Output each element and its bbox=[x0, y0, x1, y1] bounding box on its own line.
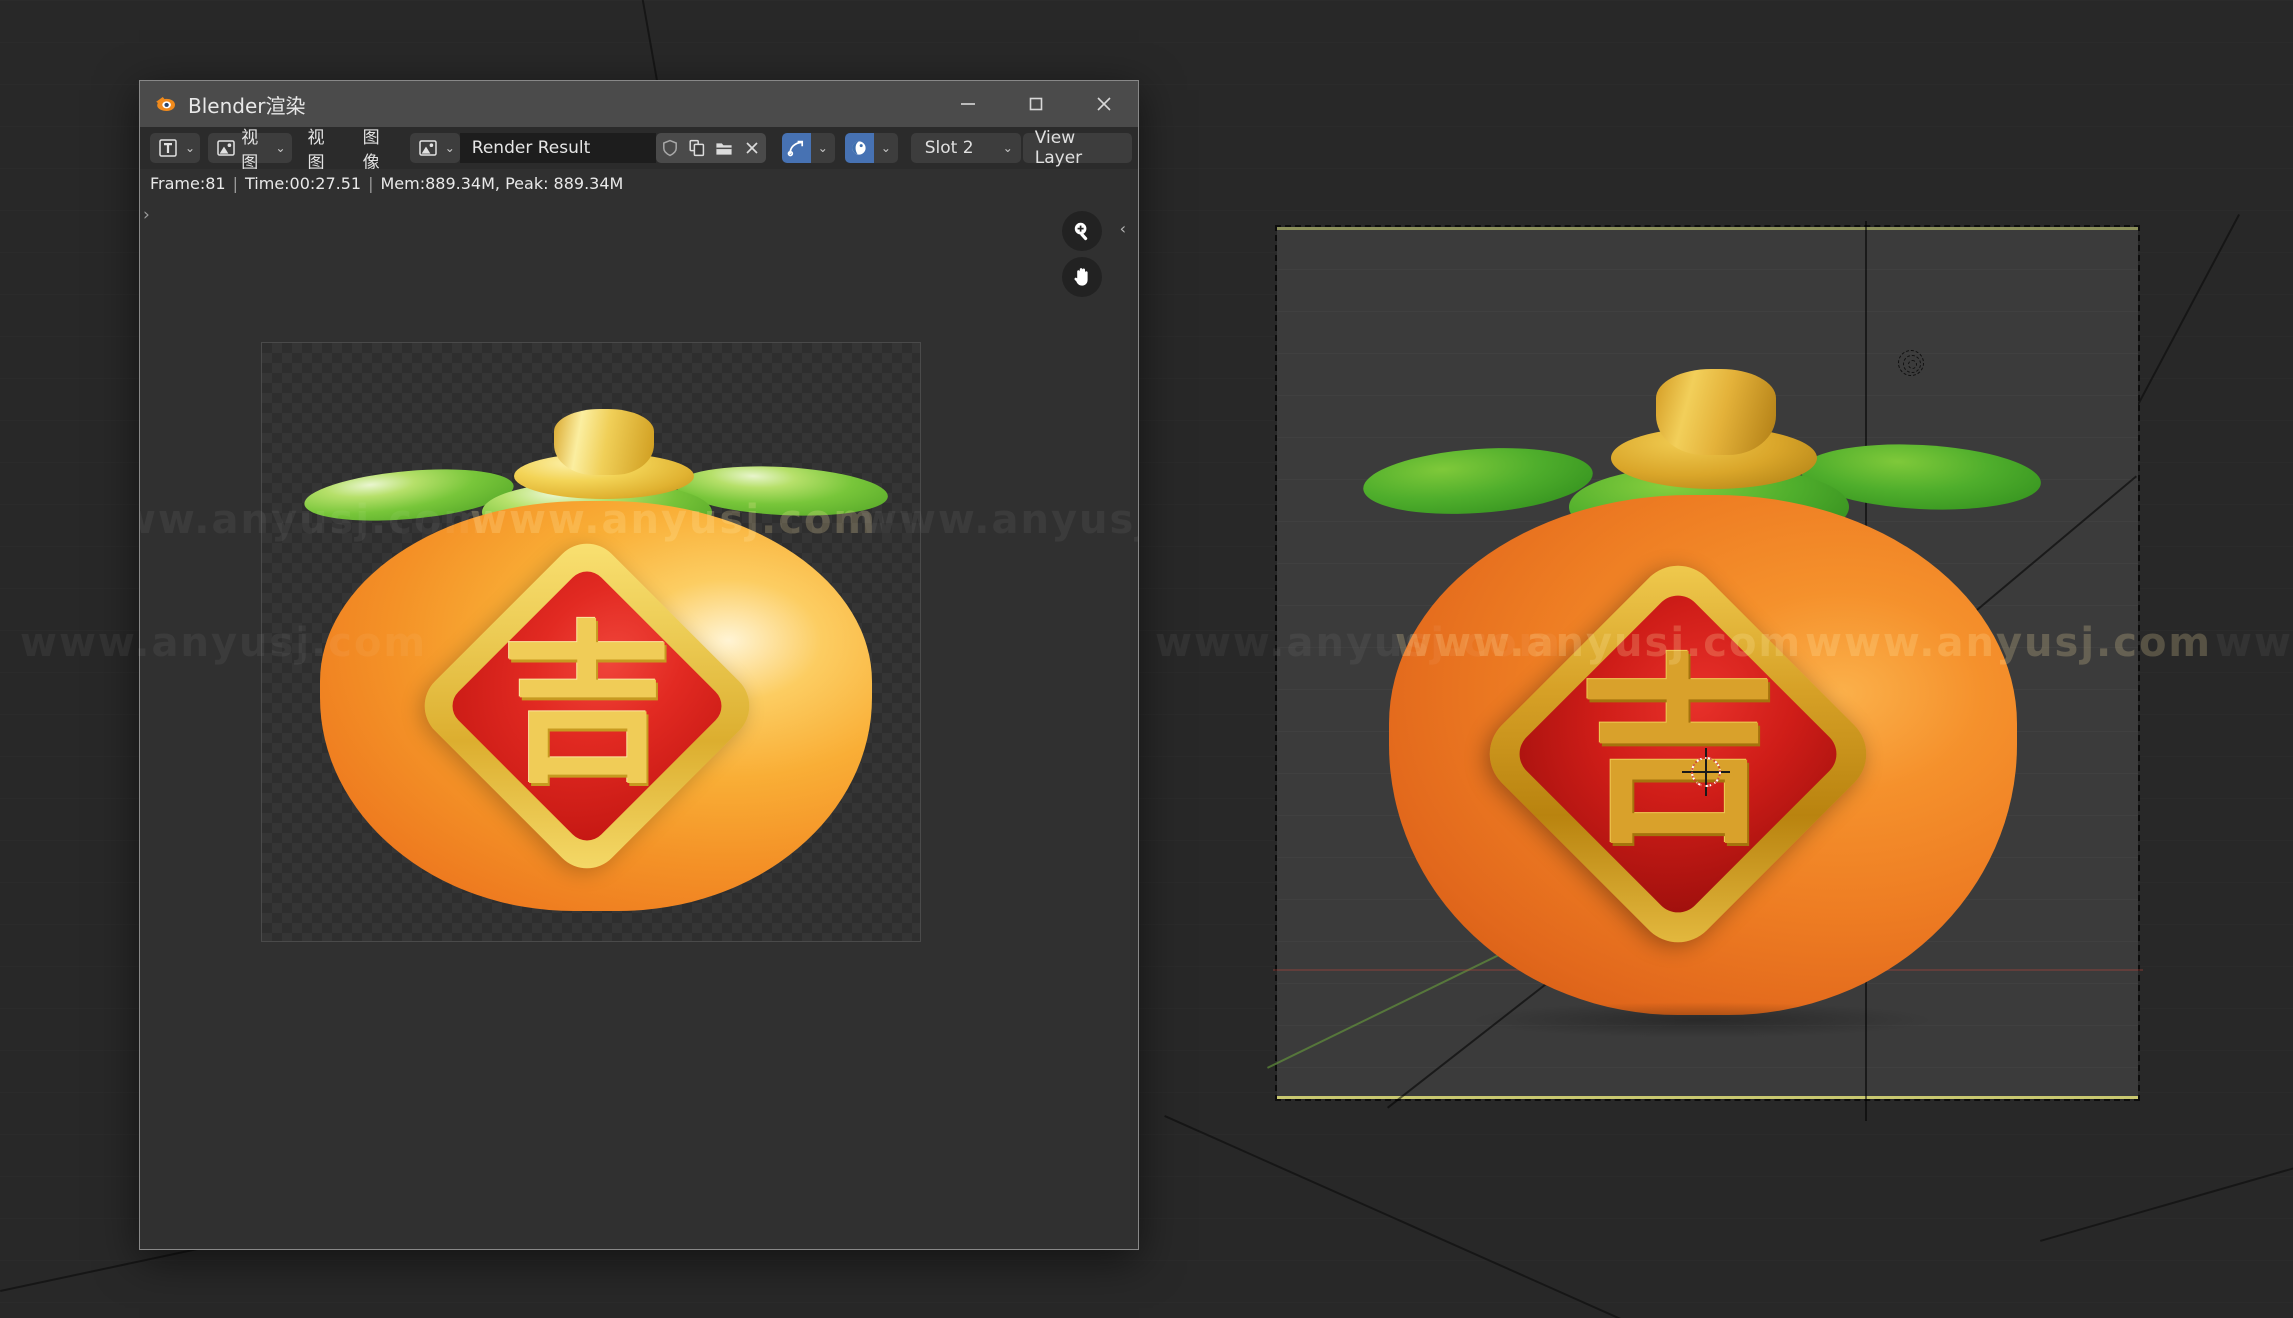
render-result-image[interactable]: 吉 bbox=[261, 342, 921, 942]
maximize-button[interactable] bbox=[1002, 81, 1070, 127]
persimmon-kanji-character: 吉 bbox=[1577, 637, 1778, 870]
chevron-down-icon[interactable]: ⌄ bbox=[810, 133, 835, 163]
image-action-strip[interactable] bbox=[655, 133, 766, 163]
menu-image[interactable]: 图像 bbox=[351, 128, 406, 173]
menu-image-label: 图像 bbox=[362, 128, 380, 173]
empty-sphere-marker[interactable] bbox=[1898, 350, 1924, 376]
stats-separator: | bbox=[368, 173, 374, 193]
render-memory-label: Mem:889.34M, Peak: 889.34M bbox=[380, 173, 624, 193]
display-channels-toggle[interactable]: ⌄ bbox=[781, 133, 835, 163]
viewport-backdrop-line-4 bbox=[1164, 1115, 1842, 1318]
render-stats-bar: Frame:81 | Time:00:27.51 | Mem:889.34M, … bbox=[140, 169, 1138, 197]
chevron-down-icon: ⌄ bbox=[185, 141, 196, 155]
image-browse-icon bbox=[415, 135, 441, 161]
camera-frame-bottom-edge bbox=[1277, 1096, 2138, 1099]
blender-3d-viewport[interactable]: 吉 Blender渲染 ⌄ 视图 ⌄ 视图 图像 ⌄ Render Result… bbox=[0, 0, 2293, 1318]
persimmon-contact-shadow-viewport bbox=[1467, 1002, 1937, 1038]
new-image-copy-icon[interactable] bbox=[683, 133, 710, 163]
editor-type-selector[interactable]: ⌄ bbox=[150, 133, 201, 163]
viewport-backdrop-line-3 bbox=[2040, 1149, 2293, 1242]
3d-cursor-ring-red bbox=[1691, 757, 1721, 787]
persimmon-diamond-face: 吉 bbox=[444, 563, 730, 849]
color-management-toggle[interactable]: ⌄ bbox=[844, 133, 898, 163]
camera-view-frame[interactable]: 吉 bbox=[1267, 221, 2143, 1121]
persimmon-kanji-character: 吉 bbox=[501, 605, 673, 806]
persimmon-3d-model-viewport[interactable]: 吉 bbox=[1361, 317, 2043, 1017]
window-titlebar[interactable]: Blender渲染 – □ ✕ bbox=[140, 81, 1138, 127]
view-layer-label: View Layer bbox=[1034, 128, 1083, 168]
persimmon-stem-top bbox=[1656, 369, 1776, 455]
render-slot-select[interactable]: Slot 2 ⌄ bbox=[910, 133, 1021, 163]
persimmon-3d-model-render: 吉 bbox=[302, 371, 890, 911]
render-time-label: Time:00:27.51 bbox=[245, 173, 362, 193]
close-button[interactable] bbox=[1070, 81, 1138, 127]
window-title: Blender渲染 bbox=[188, 93, 306, 118]
chevron-down-icon: ⌄ bbox=[1002, 141, 1013, 155]
persimmon-leaf-left bbox=[1361, 441, 1595, 521]
editor-type-image-editor-icon bbox=[155, 135, 181, 161]
image-display-mode-label: 视图 bbox=[241, 128, 259, 173]
minimize-button[interactable] bbox=[934, 81, 1002, 127]
view-layer-select[interactable]: View Layer bbox=[1022, 128, 1132, 168]
watermark-text: www.anyusj.com bbox=[2215, 620, 2293, 666]
chevron-down-icon[interactable]: ⌄ bbox=[873, 133, 898, 163]
image-display-mode-selector[interactable]: 视图 ⌄ bbox=[208, 128, 292, 173]
stats-separator: | bbox=[232, 173, 238, 193]
blender-render-window[interactable]: Blender渲染 – □ ✕ bbox=[139, 80, 1139, 1250]
render-frame-label: Frame:81 bbox=[150, 173, 226, 193]
persimmon-stem-top bbox=[554, 409, 654, 475]
chevron-down-icon: ⌄ bbox=[444, 141, 455, 155]
sidebar-expand-arrow-icon[interactable]: › bbox=[143, 205, 150, 225]
menu-view-label: 视图 bbox=[307, 128, 325, 173]
fake-user-shield-icon[interactable] bbox=[656, 133, 683, 163]
render-slot-label: Slot 2 bbox=[924, 138, 974, 158]
image-display-mode-icon bbox=[214, 135, 237, 161]
persimmon-diamond-face: 吉 bbox=[1509, 585, 1847, 923]
image-editor-header[interactable]: ⌄ 视图 ⌄ 视图 图像 ⌄ Render Result ⌄ ⌄ Slot 2 … bbox=[140, 127, 1138, 173]
view-display-globe-icon[interactable] bbox=[844, 133, 874, 163]
chevron-down-icon: ⌄ bbox=[275, 141, 286, 155]
render-slot-pin-icon[interactable] bbox=[781, 133, 811, 163]
blender-logo-icon bbox=[154, 92, 178, 116]
camera-frame-top-edge bbox=[1277, 227, 2138, 230]
image-name-field[interactable]: Render Result bbox=[459, 133, 656, 163]
open-image-folder-icon[interactable] bbox=[711, 133, 738, 163]
pan-tool-button[interactable] bbox=[1062, 257, 1102, 297]
image-browse-selector[interactable]: ⌄ bbox=[409, 133, 460, 163]
3d-cursor[interactable] bbox=[1682, 748, 1730, 796]
image-editor-canvas[interactable]: › ‹ 吉 www.anyusj.com www.anyus bbox=[140, 197, 1138, 1249]
unlink-x-icon[interactable] bbox=[738, 133, 765, 163]
menu-view[interactable]: 视图 bbox=[296, 128, 351, 173]
zoom-tool-button[interactable] bbox=[1062, 211, 1102, 251]
sidebar-collapse-chevron-icon[interactable]: ‹ bbox=[1120, 219, 1126, 238]
